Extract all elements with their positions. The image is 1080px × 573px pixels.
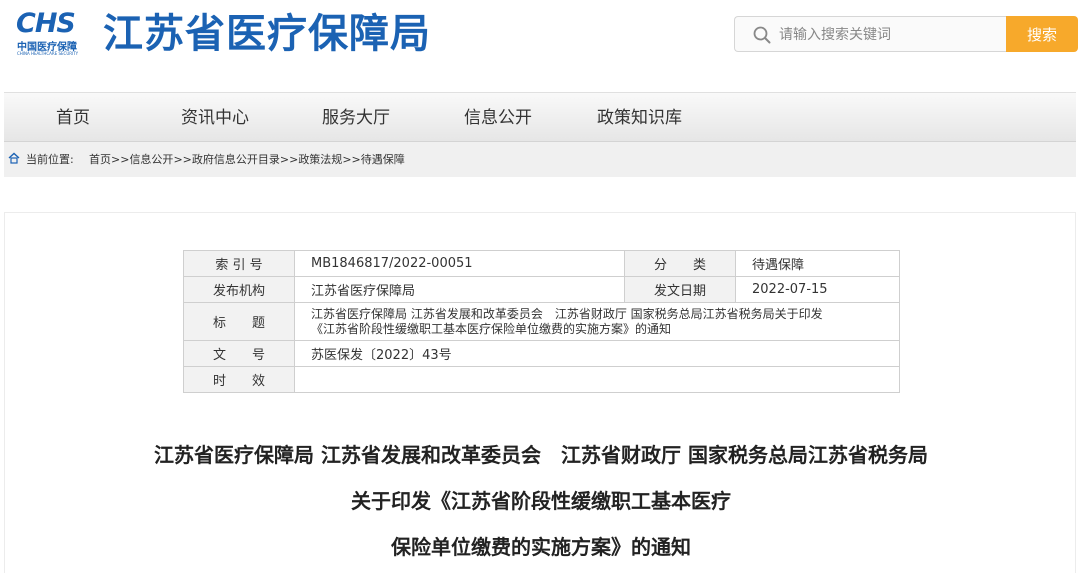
date-label: 发文日期 — [624, 276, 736, 303]
docno-label: 文 号 — [183, 340, 295, 367]
breadcrumb-separator: >> — [279, 153, 299, 166]
article-content: 索 引 号 MB1846817/2022-00051 分 类 待遇保障 发布机构… — [4, 212, 1076, 573]
breadcrumb-separator: >> — [111, 153, 130, 166]
main-nav: 首页 资讯中心 服务大厅 信息公开 政策知识库 — [4, 92, 1076, 142]
breadcrumb-separator: >> — [342, 153, 361, 166]
home-icon — [8, 152, 20, 164]
search-bar: 搜索 — [734, 16, 1078, 52]
table-row: 文 号 苏医保发〔2022〕43号 — [183, 340, 900, 367]
nav-item-home[interactable]: 首页 — [56, 93, 90, 143]
table-row: 索 引 号 MB1846817/2022-00051 分 类 待遇保障 — [183, 250, 900, 277]
breadcrumb-item-home[interactable]: 首页 — [89, 153, 111, 166]
logo-english-text: CHINA HEALTHCARE SECURITY — [17, 51, 79, 56]
document-title-line: 江苏省医疗保障局 江苏省发展和改革委员会 江苏省财政厅 国家税务总局江苏省税务局 — [154, 443, 928, 467]
publisher-value: 江苏省医疗保障局 — [294, 276, 625, 303]
index-label: 索 引 号 — [183, 250, 295, 277]
docno-value: 苏医保发〔2022〕43号 — [294, 340, 900, 367]
breadcrumb-item-gov-info-catalog[interactable]: 政府信息公开目录 — [192, 153, 280, 166]
table-row: 标 题 江苏省医疗保障局 江苏省发展和改革委员会 江苏省财政厅 国家税务总局江苏… — [183, 302, 900, 341]
title-value-line: 江苏省医疗保障局 江苏省发展和改革委员会 江苏省财政厅 国家税务总局江苏省税务局… — [311, 306, 823, 321]
document-metadata-table: 索 引 号 MB1846817/2022-00051 分 类 待遇保障 发布机构… — [183, 250, 900, 393]
table-row: 发布机构 江苏省医疗保障局 发文日期 2022-07-15 — [183, 276, 900, 303]
title-label: 标 题 — [183, 302, 295, 341]
table-row: 时 效 — [183, 366, 900, 393]
breadcrumb-item-info-disclosure[interactable]: 信息公开 — [129, 153, 173, 166]
breadcrumb-separator: >> — [173, 153, 192, 166]
validity-value — [294, 366, 900, 393]
index-value: MB1846817/2022-00051 — [294, 250, 625, 277]
breadcrumb: 当前位置: 首页>>信息公开>>政府信息公开目录>>政策法规>>待遇保障 — [4, 142, 1076, 177]
category-value: 待遇保障 — [735, 250, 900, 277]
site-header: CHS 中国医疗保障 CHINA HEALTHCARE SECURITY 江苏省… — [0, 0, 1080, 72]
document-title-line: 关于印发《江苏省阶段性缓缴职工基本医疗 — [351, 489, 731, 513]
chs-logo[interactable]: CHS 中国医疗保障 CHINA HEALTHCARE SECURITY — [16, 10, 94, 58]
document-title-line: 保险单位缴费的实施方案》的通知 — [391, 535, 691, 559]
breadcrumb-item-benefits[interactable]: 待遇保障 — [361, 153, 405, 166]
category-label: 分 类 — [624, 250, 736, 277]
search-button[interactable]: 搜索 — [1006, 16, 1078, 52]
breadcrumb-label: 当前位置: — [26, 153, 74, 166]
nav-item-news[interactable]: 资讯中心 — [181, 93, 249, 143]
breadcrumb-path: 首页>>信息公开>>政府信息公开目录>>政策法规>>待遇保障 — [89, 142, 405, 177]
nav-item-policy-library[interactable]: 政策知识库 — [597, 93, 682, 143]
breadcrumb-item-policy-regulations[interactable]: 政策法规 — [298, 153, 342, 166]
search-box — [734, 16, 1008, 52]
publisher-label: 发布机构 — [183, 276, 295, 303]
nav-item-info-disclosure[interactable]: 信息公开 — [464, 93, 532, 143]
title-value-line: 《江苏省阶段性缓缴职工基本医疗保险单位缴费的实施方案》的通知 — [311, 321, 672, 336]
search-icon — [753, 26, 771, 44]
nav-item-service-hall[interactable]: 服务大厅 — [322, 93, 390, 143]
date-value: 2022-07-15 — [735, 276, 900, 303]
logo-mark: CHS — [16, 8, 76, 39]
title-value: 江苏省医疗保障局 江苏省发展和改革委员会 江苏省财政厅 国家税务总局江苏省税务局… — [294, 302, 900, 341]
site-title: 江苏省医疗保障局 — [103, 11, 431, 57]
validity-label: 时 效 — [183, 366, 295, 393]
search-input[interactable] — [779, 23, 999, 47]
